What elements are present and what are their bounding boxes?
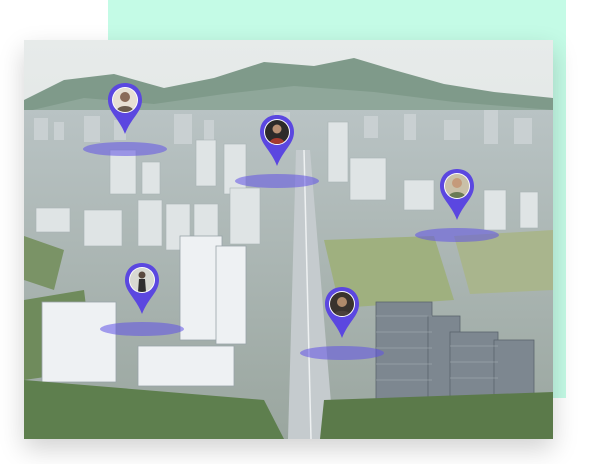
pin-halo <box>83 142 167 156</box>
map-pin-1[interactable] <box>83 82 167 156</box>
pin-halo <box>100 322 184 336</box>
map-pin-3[interactable] <box>415 168 499 242</box>
city-aerial-image <box>24 40 553 439</box>
map-pin-4[interactable] <box>100 262 184 336</box>
map-pin-5[interactable] <box>300 286 384 360</box>
user-avatar-4 <box>130 268 154 292</box>
map-pin-2[interactable] <box>235 114 319 188</box>
user-avatar-2 <box>265 120 289 144</box>
user-avatar-3 <box>445 174 469 198</box>
user-avatar-5 <box>330 292 354 316</box>
pin-halo <box>300 346 384 360</box>
pin-halo <box>235 174 319 188</box>
user-avatar-1 <box>113 88 137 112</box>
pin-halo <box>415 228 499 242</box>
